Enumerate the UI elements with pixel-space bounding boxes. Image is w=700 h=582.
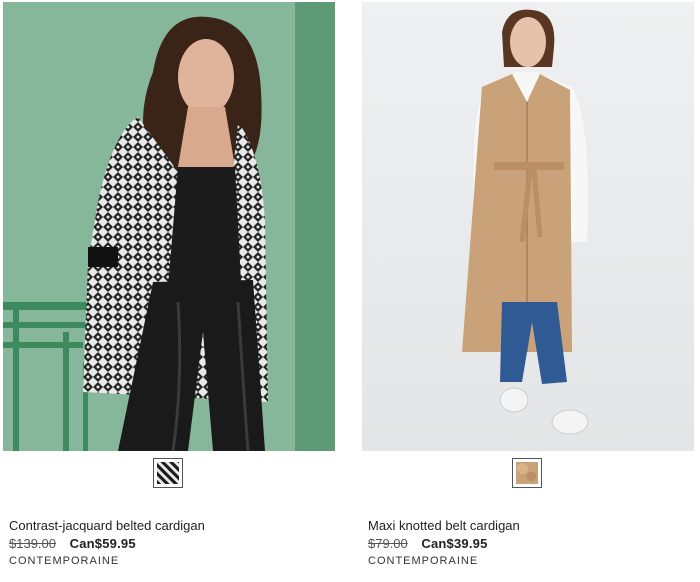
brand-name: CONTEMPORAINE <box>9 555 120 567</box>
price-row: $79.00 Can$39.95 <box>368 536 488 551</box>
swatch-chip <box>516 462 538 484</box>
sale-price: Can$39.95 <box>421 536 488 551</box>
original-price: $139.00 <box>9 536 56 551</box>
product-card[interactable]: Maxi knotted belt cardigan $79.00 Can$39… <box>362 0 694 582</box>
brand-name: CONTEMPORAINE <box>368 555 479 567</box>
product-image[interactable] <box>362 2 694 451</box>
product-title[interactable]: Maxi knotted belt cardigan <box>368 518 520 533</box>
original-price: $79.00 <box>368 536 408 551</box>
product-image[interactable] <box>3 2 335 451</box>
color-swatch[interactable] <box>153 458 183 488</box>
color-swatch[interactable] <box>512 458 542 488</box>
sale-price: Can$59.95 <box>69 536 136 551</box>
product-title[interactable]: Contrast-jacquard belted cardigan <box>9 518 205 533</box>
price-row: $139.00 Can$59.95 <box>9 536 136 551</box>
product-card[interactable]: Contrast-jacquard belted cardigan $139.0… <box>3 0 335 582</box>
swatch-chip <box>157 462 179 484</box>
